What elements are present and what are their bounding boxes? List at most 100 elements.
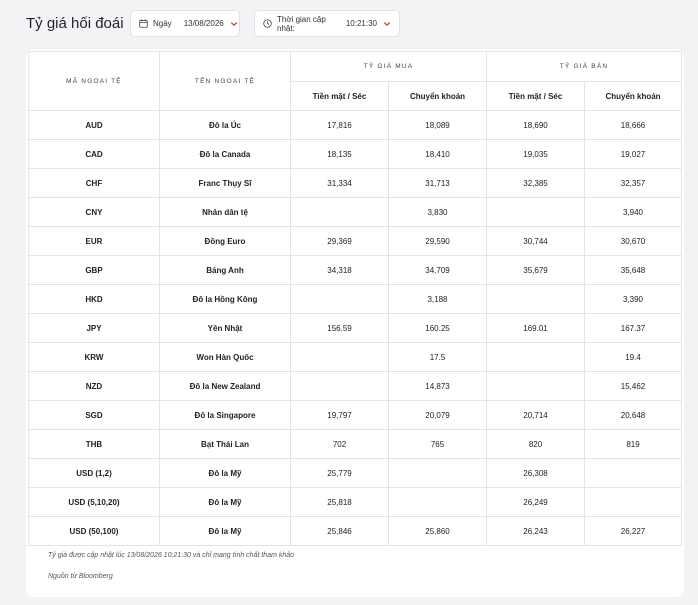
currency-name-cell: Đô la Mỹ (159, 458, 291, 488)
sell-transfer-cell: 3,390 (583, 284, 683, 314)
currency-code-cell: KRW (28, 342, 160, 372)
buy-transfer-cell: 31,713 (388, 168, 487, 198)
sell-transfer-cell: 19.4 (583, 342, 683, 372)
sell-cash-cell: 35,679 (486, 255, 585, 285)
currency-code-cell: CHF (28, 168, 160, 198)
currency-code-cell: GBP (28, 255, 160, 285)
sell-transfer-cell: 26,227 (583, 516, 683, 546)
table-row: CNY Nhân dân tệ 3,830 3,940 (28, 197, 683, 227)
buy-transfer-cell: 18,089 (388, 110, 487, 140)
table-row: NZD Đô la New Zealand 14,873 15,462 (28, 371, 683, 401)
page-title: Tỷ giá hối đoái (26, 15, 124, 32)
buy-transfer-cell: 29,590 (388, 226, 487, 256)
chevron-down-icon (230, 20, 238, 28)
header-currency-code: MÃ NGOẠI TỆ (28, 51, 160, 111)
table-row: JPY Yên Nhật 156.59 160.25 169.01 167.37 (28, 313, 683, 343)
currency-name-cell: Đô la Úc (159, 110, 291, 140)
buy-cash-cell: 25,779 (290, 458, 389, 488)
currency-name-cell: Đô la Mỹ (159, 516, 291, 546)
currency-name-cell: Bảng Anh (159, 255, 291, 285)
table-row: GBP Bảng Anh 34,318 34,709 35,679 35,648 (28, 255, 683, 285)
currency-code-cell: SGD (28, 400, 160, 430)
sell-cash-cell: 26,308 (486, 458, 585, 488)
buy-transfer-cell: 25,860 (388, 516, 487, 546)
buy-cash-cell (290, 371, 389, 401)
currency-code-cell: USD (50,100) (28, 516, 160, 546)
sell-transfer-cell: 35,648 (583, 255, 683, 285)
update-time-picker[interactable]: Thời gian cập nhật: 10:21:30 (254, 10, 400, 37)
buy-cash-cell: 31,334 (290, 168, 389, 198)
currency-name-cell: Đồng Euro (159, 226, 291, 256)
currency-name-cell: Yên Nhật (159, 313, 291, 343)
sell-cash-cell (486, 342, 585, 372)
currency-name-cell: Won Hàn Quốc (159, 342, 291, 372)
currency-name-cell: Đô la Singapore (159, 400, 291, 430)
header-currency-name: TÊN NGOẠI TỆ (159, 51, 291, 111)
exchange-rate-table: MÃ NGOẠI TỆ TÊN NGOẠI TỆ TỶ GIÁ MUA TỶ G… (28, 51, 683, 546)
currency-name-cell: Đô la Canada (159, 139, 291, 169)
table-row: KRW Won Hàn Quốc 17.5 19.4 (28, 342, 683, 372)
buy-cash-cell: 25,846 (290, 516, 389, 546)
header-buy-transfer: Chuyển khoản (388, 81, 487, 111)
sell-cash-cell: 169.01 (486, 313, 585, 343)
buy-transfer-cell: 20,079 (388, 400, 487, 430)
buy-cash-cell (290, 284, 389, 314)
table-row: CAD Đô la Canada 18,135 18,410 19,035 19,027 (28, 139, 683, 169)
buy-transfer-cell (388, 458, 487, 488)
buy-transfer-cell: 3,188 (388, 284, 487, 314)
sell-transfer-cell: 3,940 (583, 197, 683, 227)
buy-cash-cell: 29,369 (290, 226, 389, 256)
sell-cash-cell (486, 284, 585, 314)
buy-transfer-cell (388, 487, 487, 517)
table-row: AUD Đô la Úc 17,816 18,089 18,690 18,666 (28, 110, 683, 140)
sell-cash-cell: 26,243 (486, 516, 585, 546)
buy-transfer-cell: 34,709 (388, 255, 487, 285)
sell-cash-cell: 19,035 (486, 139, 585, 169)
header-sell-rate: TỶ GIÁ BÁN (485, 51, 683, 82)
date-label: Ngày (153, 19, 172, 28)
table-row: EUR Đồng Euro 29,369 29,590 30,744 30,670 (28, 226, 683, 256)
buy-cash-cell: 19,797 (290, 400, 389, 430)
buy-transfer-cell: 3,830 (388, 197, 487, 227)
currency-code-cell: USD (5,10,20) (28, 487, 160, 517)
currency-code-cell: CNY (28, 197, 160, 227)
buy-cash-cell (290, 342, 389, 372)
currency-code-cell: AUD (28, 110, 160, 140)
currency-code-cell: HKD (28, 284, 160, 314)
sell-cash-cell: 18,690 (486, 110, 585, 140)
table-row: THB Bạt Thái Lan 702 765 820 819 (28, 429, 683, 459)
currency-name-cell: Đô la Hồng Kông (159, 284, 291, 314)
sell-transfer-cell (583, 487, 683, 517)
table-row: USD (1,2) Đô la Mỹ 25,779 26,308 (28, 458, 683, 488)
sell-cash-cell: 30,744 (486, 226, 585, 256)
currency-name-cell: Nhân dân tệ (159, 197, 291, 227)
chevron-down-icon (383, 20, 391, 28)
sell-transfer-cell: 30,670 (583, 226, 683, 256)
sell-cash-cell (486, 197, 585, 227)
clock-icon (263, 19, 272, 28)
table-row: SGD Đô la Singapore 19,797 20,079 20,714 20,6… (28, 400, 683, 430)
currency-name-cell: Bạt Thái Lan (159, 429, 291, 459)
header-buy-rate: TỶ GIÁ MUA (290, 51, 487, 82)
sell-transfer-cell (583, 458, 683, 488)
sell-transfer-cell: 20,648 (583, 400, 683, 430)
sell-transfer-cell: 18,666 (583, 110, 683, 140)
sell-cash-cell: 20,714 (486, 400, 585, 430)
date-picker[interactable]: Ngày 13/08/2026 (130, 10, 240, 37)
sell-cash-cell: 820 (486, 429, 585, 459)
currency-code-cell: CAD (28, 139, 160, 169)
header-sell-cash: Tiền mặt / Séc (486, 81, 585, 111)
sell-transfer-cell: 32,357 (583, 168, 683, 198)
sell-transfer-cell: 819 (583, 429, 683, 459)
source-note: Nguồn từ Bloomberg (48, 573, 113, 580)
currency-name-cell: Đô la Mỹ (159, 487, 291, 517)
buy-cash-cell (290, 197, 389, 227)
header-buy-cash: Tiền mặt / Séc (290, 81, 389, 111)
buy-cash-cell: 18,135 (290, 139, 389, 169)
update-time-value: 10:21:30 (345, 19, 377, 28)
buy-cash-cell: 17,816 (290, 110, 389, 140)
buy-cash-cell: 25,818 (290, 487, 389, 517)
date-value: 13/08/2026 (183, 19, 224, 28)
sell-cash-cell (486, 371, 585, 401)
table-row: CHF Franc Thụy Sĩ 31,334 31,713 32,385 32,357 (28, 168, 683, 198)
